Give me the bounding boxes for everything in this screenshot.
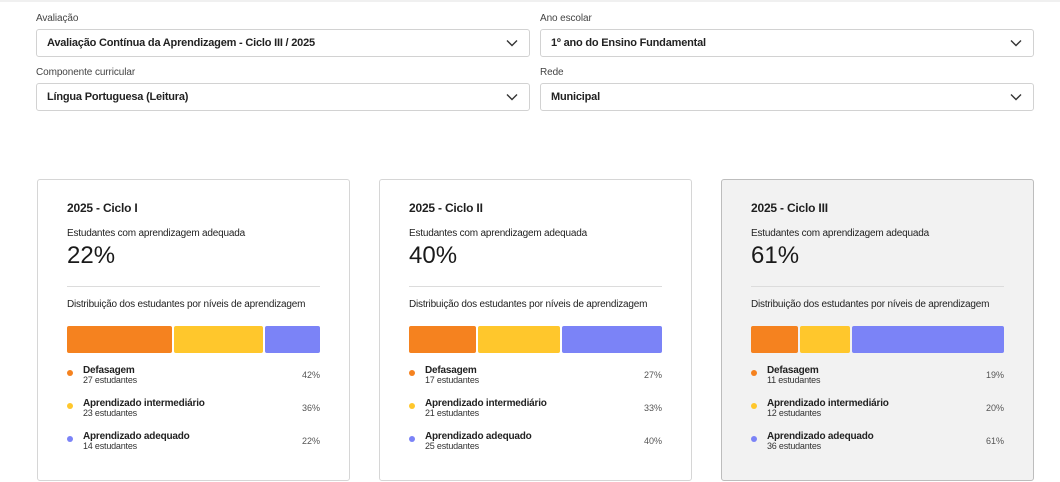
card-adequate-percent: 22% — [67, 242, 116, 269]
legend-percent: 61% — [985, 436, 1004, 446]
legend-item-intermediario: Aprendizado intermediário 21 estudantes … — [409, 399, 662, 432]
legend-item-intermediario: Aprendizado intermediário 23 estudantes … — [67, 399, 320, 432]
filter-componente-label: Componente curricular — [36, 67, 136, 78]
bar-segment-adequado — [265, 326, 320, 353]
card-subtitle: Estudantes com aprendizagem adequada — [751, 228, 929, 239]
legend-percent: 22% — [301, 436, 320, 446]
legend-percent: 40% — [643, 436, 662, 446]
card-adequate-percent: 40% — [409, 242, 458, 269]
filters-panel: Avaliação Avaliação Contínua da Aprendiz… — [36, 12, 1035, 120]
chevron-down-icon — [505, 36, 519, 50]
top-divider — [0, 0, 1060, 2]
componente-select[interactable]: Língua Portuguesa (Leitura) — [36, 83, 530, 111]
bar-segment-defasagem — [751, 326, 799, 353]
legend-count: 25 estudantes — [425, 441, 479, 451]
legend-dot — [67, 370, 73, 376]
distribution-legend: Defasagem 11 estudantes 19% Aprendizado … — [751, 366, 1004, 465]
legend-count: 27 estudantes — [83, 375, 137, 385]
legend-percent: 42% — [301, 370, 320, 380]
bar-segment-intermediario — [173, 326, 264, 353]
card-title: 2025 - Ciclo III — [751, 201, 828, 215]
legend-count: 17 estudantes — [425, 375, 479, 385]
filter-componente: Componente curricular Língua Portuguesa … — [36, 66, 530, 111]
distribution-legend: Defasagem 27 estudantes 42% Aprendizado … — [67, 366, 320, 465]
legend-percent: 27% — [643, 370, 662, 380]
chevron-down-icon — [1009, 36, 1023, 50]
legend-count: 23 estudantes — [83, 408, 137, 418]
cycle-card-1[interactable]: 2025 - Ciclo I Estudantes com aprendizag… — [37, 179, 350, 481]
distribution-legend: Defasagem 17 estudantes 27% Aprendizado … — [409, 366, 662, 465]
filter-row-2: Componente curricular Língua Portuguesa … — [36, 66, 1035, 111]
legend-item-defasagem: Defasagem 27 estudantes 42% — [67, 366, 320, 399]
legend-count: 11 estudantes — [767, 375, 821, 385]
legend-item-defasagem: Defasagem 17 estudantes 27% — [409, 366, 662, 399]
filter-avaliacao-label: Avaliação — [36, 13, 79, 24]
card-subtitle: Estudantes com aprendizagem adequada — [409, 228, 587, 239]
chevron-down-icon — [505, 90, 519, 104]
legend-dot — [751, 436, 757, 442]
distribution-title: Distribuição dos estudantes por níveis d… — [751, 299, 990, 310]
legend-count: 21 estudantes — [425, 408, 479, 418]
bar-segment-adequado — [852, 326, 1004, 353]
cycle-card-3[interactable]: 2025 - Ciclo III Estudantes com aprendiz… — [721, 179, 1034, 481]
card-subtitle: Estudantes com aprendizagem adequada — [67, 228, 245, 239]
legend-dot — [409, 403, 415, 409]
distribution-bar — [751, 326, 1004, 353]
legend-percent: 19% — [985, 370, 1004, 380]
card-divider — [409, 286, 662, 287]
legend-percent: 36% — [301, 403, 320, 413]
legend-dot — [67, 436, 73, 442]
cycle-card-2[interactable]: 2025 - Ciclo II Estudantes com aprendiza… — [379, 179, 692, 481]
avaliacao-select[interactable]: Avaliação Contínua da Aprendizagem - Cic… — [36, 29, 530, 57]
legend-dot — [67, 403, 73, 409]
legend-dot — [751, 370, 757, 376]
chevron-down-icon — [1009, 90, 1023, 104]
rede-select-value: Municipal — [551, 91, 600, 103]
legend-item-adequado: Aprendizado adequado 25 estudantes 40% — [409, 432, 662, 465]
distribution-title: Distribuição dos estudantes por níveis d… — [67, 299, 306, 310]
legend-dot — [409, 370, 415, 376]
ano-escolar-select[interactable]: 1º ano do Ensino Fundamental — [540, 29, 1034, 57]
filter-avaliacao: Avaliação Avaliação Contínua da Aprendiz… — [36, 12, 530, 57]
bar-segment-defasagem — [409, 326, 477, 353]
distribution-title: Distribuição dos estudantes por níveis d… — [409, 299, 648, 310]
filter-ano-label: Ano escolar — [540, 13, 592, 24]
card-divider — [67, 286, 320, 287]
distribution-bar — [409, 326, 662, 353]
legend-count: 36 estudantes — [767, 441, 821, 451]
rede-select[interactable]: Municipal — [540, 83, 1034, 111]
card-title: 2025 - Ciclo I — [67, 201, 138, 215]
filter-rede: Rede Municipal — [540, 66, 1034, 111]
bar-segment-intermediario — [800, 326, 851, 353]
avaliacao-select-value: Avaliação Contínua da Aprendizagem - Cic… — [47, 37, 315, 49]
componente-select-value: Língua Portuguesa (Leitura) — [47, 91, 189, 103]
bar-segment-intermediario — [478, 326, 561, 353]
bar-segment-adequado — [562, 326, 662, 353]
legend-item-defasagem: Defasagem 11 estudantes 19% — [751, 366, 1004, 399]
filter-ano-escolar: Ano escolar 1º ano do Ensino Fundamental — [540, 12, 1034, 57]
legend-count: 14 estudantes — [83, 441, 137, 451]
legend-percent: 33% — [643, 403, 662, 413]
card-title: 2025 - Ciclo II — [409, 201, 483, 215]
legend-item-adequado: Aprendizado adequado 14 estudantes 22% — [67, 432, 320, 465]
legend-item-adequado: Aprendizado adequado 36 estudantes 61% — [751, 432, 1004, 465]
card-adequate-percent: 61% — [751, 242, 800, 269]
cycle-cards: 2025 - Ciclo I Estudantes com aprendizag… — [37, 179, 1034, 481]
ano-select-value: 1º ano do Ensino Fundamental — [551, 37, 706, 49]
legend-dot — [409, 436, 415, 442]
legend-count: 12 estudantes — [767, 408, 821, 418]
filter-rede-label: Rede — [540, 67, 564, 78]
legend-percent: 20% — [985, 403, 1004, 413]
legend-dot — [751, 403, 757, 409]
legend-item-intermediario: Aprendizado intermediário 12 estudantes … — [751, 399, 1004, 432]
card-divider — [751, 286, 1004, 287]
filter-row-1: Avaliação Avaliação Contínua da Aprendiz… — [36, 12, 1035, 57]
distribution-bar — [67, 326, 320, 353]
bar-segment-defasagem — [67, 326, 172, 353]
